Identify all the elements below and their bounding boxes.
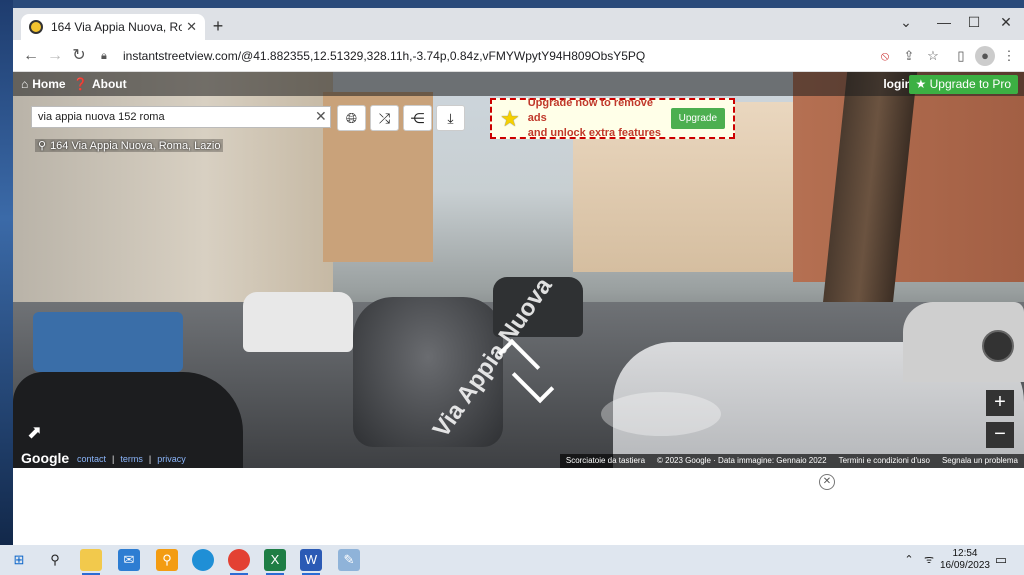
maximize-button[interactable]: ☐ (959, 12, 989, 32)
search-icon[interactable]: ⚲ (44, 549, 66, 571)
zoom-out-button[interactable]: − (986, 422, 1014, 448)
expand-arrow-icon[interactable]: ⬈ (27, 422, 42, 443)
terms-link[interactable]: terms (120, 454, 143, 464)
shuffle-icon[interactable]: ⤮ (370, 105, 399, 131)
upgrade-to-pro-label: Upgrade to Pro (929, 77, 1011, 91)
home-icon: ⌂ (21, 77, 29, 91)
star-icon: ★ (915, 77, 927, 91)
share-icon[interactable]: ⇪ (899, 46, 919, 66)
windows-taskbar: ⊞ ⚲ ✉ ⚲ X W ✎ ⌃ ᯤ 12:54 16/09/2023 ▭ (0, 545, 1024, 575)
minimize-button[interactable]: — (929, 12, 959, 32)
close-window-button[interactable]: ✕ (991, 12, 1021, 32)
separator: | (148, 454, 152, 464)
site-top-bar (13, 72, 1024, 96)
privacy-link[interactable]: privacy (157, 454, 186, 464)
file-explorer-icon[interactable] (80, 549, 102, 575)
location-text: 164 Via Appia Nuova, Roma, Lazio (50, 139, 221, 152)
promo-upgrade-button[interactable]: Upgrade (670, 108, 725, 129)
promo-text: Upgrade now to remove ads and unlock ext… (528, 96, 663, 141)
side-panel-icon[interactable]: ▯ (951, 46, 971, 66)
street-view-cursor (601, 392, 721, 436)
terms-of-use-link[interactable]: Termini e condizioni d'uso (839, 456, 930, 466)
google-logo: Google (21, 450, 70, 466)
tab-search-icon[interactable]: ⌄ (891, 12, 921, 32)
chrome-icon[interactable] (228, 549, 250, 575)
clear-search-icon[interactable]: ✕ (315, 108, 327, 125)
excel-icon[interactable]: X (264, 549, 286, 575)
new-tab-button[interactable]: + (207, 16, 229, 37)
promo-star-icon: ★ (500, 105, 520, 131)
download-icon[interactable]: ⤓ (436, 105, 465, 131)
footer-links: contact | terms | privacy (77, 454, 186, 464)
profile-avatar-icon[interactable]: ● (975, 46, 995, 66)
globe-icon[interactable]: 🌐︎ (337, 105, 366, 131)
browser-toolbar: ← → ↻ 🔒︎ instantstreetview.com/@41.88235… (13, 40, 1024, 72)
street-view-panorama[interactable]: Via Appia Nuova ⌂ Home ❓ About login ★ U… (13, 72, 1024, 468)
address-bar[interactable]: 🔒︎ instantstreetview.com/@41.882355,12.5… (101, 44, 881, 68)
map-pin-icon: ⚲ (38, 140, 47, 152)
home-link[interactable]: ⌂ Home (21, 77, 66, 91)
tab-title: 164 Via Appia Nuova, Roma, Lazi (51, 20, 183, 34)
recycling-bin (33, 312, 183, 372)
login-link[interactable]: login (883, 77, 912, 91)
google-attribution-bar: Scorciatoie da tastiera © 2023 Google · … (559, 454, 1024, 468)
url-text: instantstreetview.com/@41.882355,12.5132… (123, 49, 646, 63)
zoom-in-button[interactable]: + (986, 390, 1014, 416)
browser-window: 164 Via Appia Nuova, Roma, Lazi ✕ + ⌄ — … (13, 8, 1024, 545)
chevron-up-icon[interactable]: ⌃ (898, 549, 920, 571)
contact-link[interactable]: contact (77, 454, 106, 464)
share-network-icon[interactable]: ⋲ (403, 105, 432, 131)
edge-icon[interactable] (192, 549, 214, 571)
info-icon: ❓ (73, 77, 88, 91)
about-label: About (91, 77, 127, 91)
promo-line-1: Upgrade now to remove ads (527, 97, 654, 124)
upgrade-to-pro-button[interactable]: ★ Upgrade to Pro (908, 75, 1018, 94)
back-arrow-icon[interactable]: ← (21, 46, 41, 66)
promo-line-2: and unlock extra features (527, 127, 662, 139)
blocked-popup-icon[interactable]: ⦸ (875, 46, 895, 66)
reload-icon[interactable]: ↻ (69, 46, 89, 66)
upgrade-promo-banner: ★ Upgrade now to remove ads and unlock e… (490, 96, 735, 141)
wifi-icon[interactable]: ᯤ (918, 549, 940, 571)
site-favicon-icon (29, 20, 43, 34)
tab-close-icon[interactable]: ✕ (186, 19, 197, 35)
compass-icon[interactable] (982, 330, 1014, 362)
desktop-background (0, 0, 13, 545)
clock-time: 12:54 (952, 548, 978, 559)
separator: | (112, 454, 115, 464)
lock-icon: 🔒︎ (101, 49, 107, 62)
ad-close-button[interactable]: ✕ (819, 474, 835, 490)
notification-icon[interactable]: ▭ (990, 549, 1012, 571)
outlook-icon[interactable]: ✉ (118, 549, 140, 571)
copyright-text: © 2023 Google · Data immagine: Gennaio 2… (657, 456, 827, 465)
tab-bar: 164 Via Appia Nuova, Roma, Lazi ✕ + ⌄ — … (13, 8, 1024, 40)
word-icon[interactable]: W (300, 549, 322, 575)
car-white (243, 292, 353, 352)
ad-area: ✕ (13, 468, 1024, 545)
address-search-input[interactable] (31, 106, 331, 128)
paint-icon[interactable]: ✎ (338, 549, 360, 571)
browser-tab[interactable]: 164 Via Appia Nuova, Roma, Lazi ✕ (21, 14, 205, 40)
about-link[interactable]: ❓ About (73, 77, 127, 91)
clock-date: 16/09/2023 (939, 560, 990, 571)
home-label: Home (32, 77, 66, 91)
search-tool-icon[interactable]: ⚲ (156, 549, 178, 571)
bookmark-star-icon[interactable]: ☆ (923, 46, 943, 66)
system-clock[interactable]: 12:54 16/09/2023 (940, 548, 990, 572)
report-problem-link[interactable]: Segnala un problema (942, 456, 1018, 466)
forward-arrow-icon[interactable]: → (45, 46, 65, 66)
current-location-label: ⚲ 164 Via Appia Nuova, Roma, Lazio (35, 139, 224, 152)
menu-kebab-icon[interactable]: ⋮ (999, 46, 1019, 66)
keyboard-shortcuts-link[interactable]: Scorciatoie da tastiera (566, 456, 645, 466)
windows-start-icon[interactable]: ⊞ (8, 549, 30, 571)
